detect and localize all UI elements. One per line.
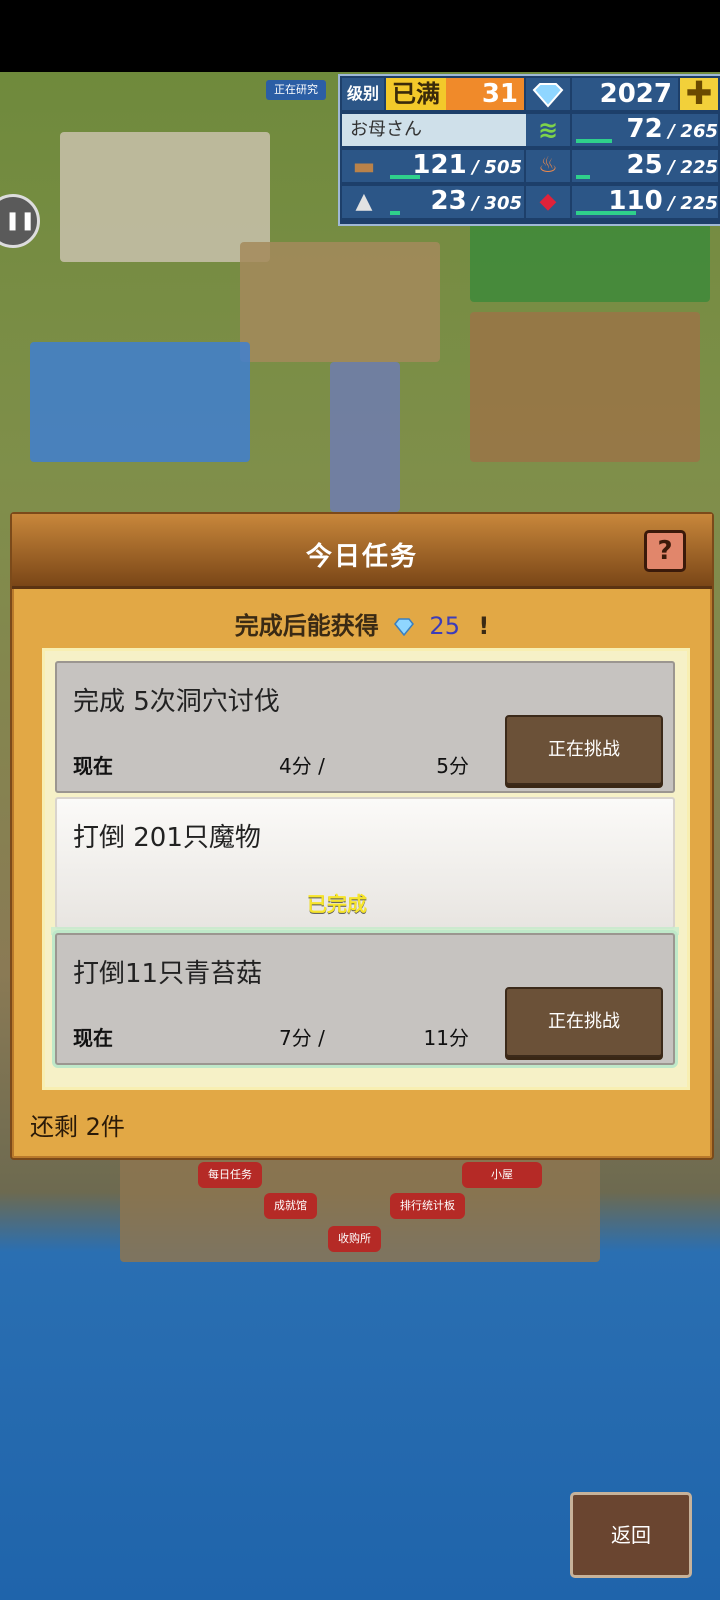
hud-row-ore-ruby: ▲ 23 / 305 ◆ 110 / 225	[340, 184, 720, 220]
reward-prefix: 完成后能获得	[234, 612, 379, 640]
progress-current: 7分 /	[279, 1026, 325, 1050]
map-label-hut[interactable]: 小屋	[462, 1162, 542, 1188]
hud-row-wood-food: ▬ 121 / 505 ♨ 25 / 225	[340, 148, 720, 184]
ruby-amount: 110 / 225	[572, 186, 718, 218]
daily-tasks-panel: 今日任务 ? 完成后能获得 25 ! 完成 5次洞穴讨伐 现在 4分 / 5分 …	[10, 512, 714, 1160]
level-max-badge: 已满	[386, 78, 446, 110]
task-title: 完成 5次洞穴讨伐	[73, 687, 280, 717]
panel-title: 今日任务	[305, 542, 418, 572]
map-label-buy-shop[interactable]: 收购所	[328, 1226, 381, 1252]
add-gems-button[interactable]: ✚	[680, 77, 718, 110]
map-label-achievement[interactable]: 成就馆	[264, 1193, 317, 1219]
challenge-button[interactable]: 正在挑战	[505, 987, 663, 1057]
food-icon: ♨	[526, 150, 570, 182]
status-bar	[0, 0, 720, 72]
food-amount: 25 / 225	[572, 150, 718, 182]
progress-label: 现在	[73, 1026, 113, 1050]
pause-icon: ❚❚	[5, 210, 36, 231]
map-building	[60, 132, 270, 262]
progress-current: 4分 /	[279, 754, 325, 778]
hud-row-name: お母さん ≋ 72 / 265	[340, 112, 720, 148]
task-item: 打倒11只青苔菇 现在 7分 / 11分 正在挑战	[55, 933, 675, 1065]
reward-amount: 25	[429, 612, 460, 640]
grass-amount: 72 / 265	[572, 114, 718, 146]
hud-row-level: 级别 已满 31 2027 ✚	[340, 76, 720, 112]
level-value: 31	[446, 78, 524, 110]
gem-icon	[526, 78, 570, 110]
gem-count: 2027	[572, 78, 678, 110]
task-item: 完成 5次洞穴讨伐 现在 4分 / 5分 正在挑战	[55, 661, 675, 793]
completed-label: 已完成	[307, 892, 367, 916]
map-building	[470, 312, 700, 462]
challenge-button[interactable]: 正在挑战	[505, 715, 663, 785]
wood-amount: 121 / 505	[386, 150, 524, 182]
wood-icon: ▬	[342, 150, 386, 182]
task-item-completed: 打倒 201只魔物 已完成	[55, 797, 675, 929]
map-label-ranking[interactable]: 排行统计板	[390, 1193, 465, 1219]
level-label: 级别	[342, 78, 384, 110]
progress-label: 现在	[73, 754, 113, 778]
progress-target: 5分	[436, 754, 469, 778]
ruby-icon: ◆	[526, 186, 570, 218]
task-title: 打倒11只青苔菇	[73, 959, 263, 989]
reward-line: 完成后能获得 25 !	[12, 606, 712, 641]
plus-icon: ✚	[685, 74, 713, 112]
food-bar	[576, 175, 590, 179]
reward-suffix: !	[478, 612, 490, 640]
gem-icon	[394, 618, 415, 636]
panel-header: 今日任务 ?	[12, 514, 712, 589]
wood-bar	[390, 175, 420, 179]
remaining-count: 还剩 2件	[30, 1113, 125, 1141]
map-tower	[330, 362, 400, 512]
research-status-tag[interactable]: 正在研究	[266, 80, 326, 100]
task-list: 完成 5次洞穴讨伐 现在 4分 / 5分 正在挑战 打倒 201只魔物 已完成 …	[42, 648, 690, 1090]
grass-bar	[576, 139, 612, 143]
player-name: お母さん	[342, 114, 526, 146]
question-mark-icon: ?	[657, 536, 673, 566]
map-label-daily-tasks[interactable]: 每日任务	[198, 1162, 262, 1188]
ore-icon: ▲	[342, 186, 386, 218]
ruby-bar	[576, 211, 636, 215]
task-title: 打倒 201只魔物	[73, 823, 261, 853]
map-pool	[30, 342, 250, 462]
back-button[interactable]: 返回	[570, 1492, 692, 1578]
grass-icon: ≋	[526, 114, 570, 146]
help-button[interactable]: ?	[644, 530, 686, 572]
ore-bar	[390, 211, 400, 215]
progress-target: 11分	[423, 1026, 469, 1050]
map-building	[240, 242, 440, 362]
ore-amount: 23 / 305	[386, 186, 524, 218]
resource-hud: 级别 已满 31 2027 ✚ お母さん ≋ 72 / 265 ▬ 121 / …	[338, 74, 720, 226]
